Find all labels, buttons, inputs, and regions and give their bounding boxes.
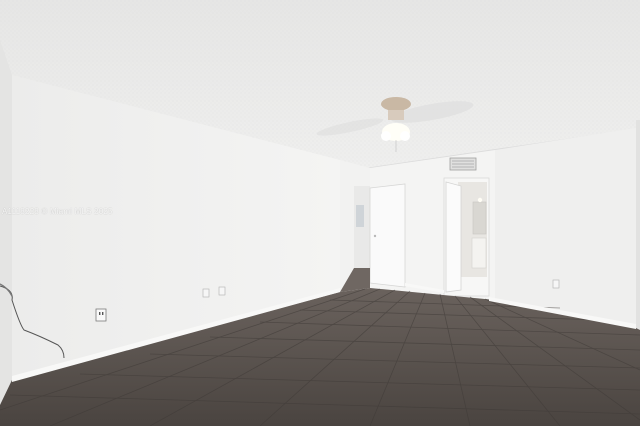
bathroom-vanity — [471, 237, 487, 269]
right-door — [445, 181, 462, 293]
wall-outlet — [95, 308, 107, 322]
right-wall — [495, 128, 636, 328]
door-knob — [373, 234, 377, 238]
vanity-light — [477, 197, 483, 203]
right-wall-edge — [636, 120, 640, 340]
wall-outlet-2 — [202, 288, 210, 298]
watermark: A1118228 © Miami MLS 2025 — [2, 207, 113, 216]
left-edge-wall — [0, 40, 12, 405]
bathroom-mirror — [472, 201, 487, 235]
wall-outlet-4 — [552, 279, 560, 289]
room-photo: A1118228 © Miami MLS 2025 — [0, 0, 640, 426]
wall-outlet-3 — [218, 286, 226, 296]
doorway-left-window — [356, 205, 364, 227]
